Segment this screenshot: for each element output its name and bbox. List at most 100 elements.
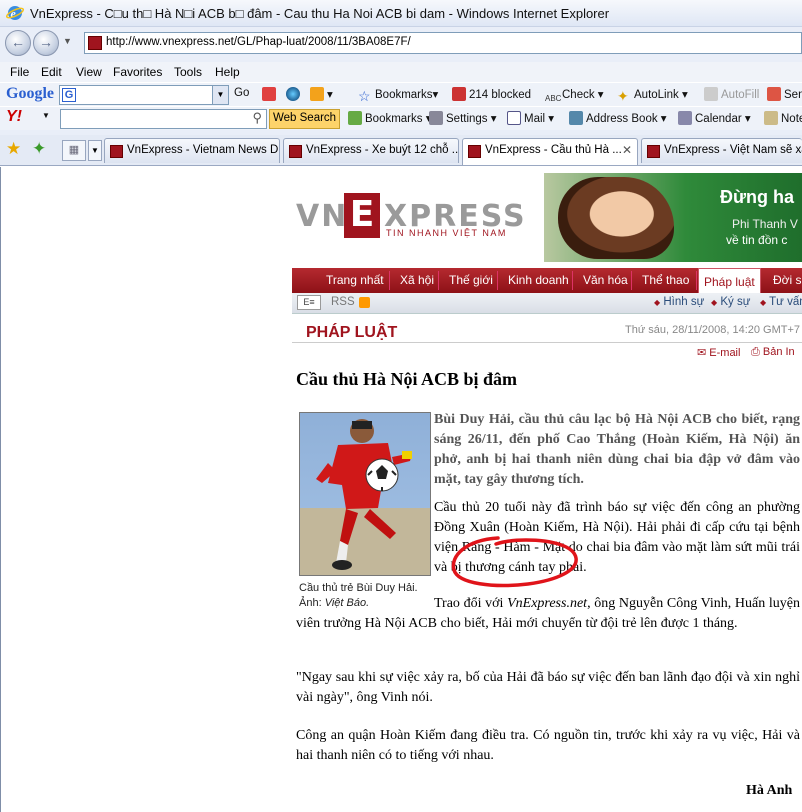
- subnav-tu-van[interactable]: Tư vấn: [769, 296, 802, 308]
- menu-help[interactable]: Help: [215, 65, 240, 79]
- nav-doi-song[interactable]: Đời số: [773, 273, 802, 287]
- logo-vn-text: VN: [296, 199, 349, 234]
- search-icon[interactable]: ⚲: [252, 110, 262, 126]
- svg-text:e: e: [11, 7, 17, 21]
- nav-active-tab[interactable]: Pháp luật: [698, 268, 761, 295]
- menu-edit[interactable]: Edit: [41, 65, 62, 79]
- google-g-icon: G: [62, 88, 76, 102]
- favorites-star-icon[interactable]: ★: [6, 139, 21, 159]
- google-logo: Google: [6, 85, 54, 102]
- web-search-button[interactable]: Web Search: [269, 109, 341, 129]
- vnexpress-favicon-icon: [289, 145, 302, 158]
- nav-the-gioi[interactable]: Thế giới: [449, 273, 493, 287]
- google-search-input[interactable]: G ▼: [59, 85, 229, 105]
- bullet-icon: ◆: [760, 298, 767, 307]
- yahoo-mail-button[interactable]: Mail ▾: [507, 111, 554, 125]
- bullet-icon: ◆: [654, 298, 661, 307]
- article-author: Hà Anh: [746, 783, 793, 798]
- yahoo-bookmarks-button[interactable]: Bookmarks ▾: [348, 111, 432, 125]
- menu-view[interactable]: View: [76, 65, 102, 79]
- google-bookmarks-button[interactable]: ☆ Bookmarks▾: [358, 87, 438, 103]
- football-player-illustration: [300, 419, 430, 575]
- calendar-icon: [678, 111, 692, 125]
- address-bar[interactable]: http://www.vnexpress.net/GL/Phap-luat/20…: [84, 32, 802, 54]
- quick-tabs-icon[interactable]: ▦: [62, 140, 86, 161]
- browser-chrome: e VnExpress - C□u th□ Hà N□i ACB b□ đâm …: [0, 0, 802, 166]
- star-outline-icon: ☆: [358, 88, 371, 104]
- google-toolbar: Google G ▼ Go ▾ ☆ Bookmarks▾ 214 blocked …: [0, 82, 802, 106]
- section-title: PHÁP LUẬT: [306, 324, 398, 341]
- toolbar-puzzle-icon[interactable]: ▾: [310, 87, 333, 101]
- close-tab-icon[interactable]: ✕: [622, 143, 632, 157]
- chevron-down-icon[interactable]: ▼: [212, 86, 228, 104]
- yahoo-search-input[interactable]: ⚲: [60, 109, 267, 129]
- yahoo-logo[interactable]: Y!: [6, 108, 22, 126]
- email-link[interactable]: ✉ E-mail: [697, 346, 740, 359]
- nav-phap-luat[interactable]: Pháp luật: [704, 275, 755, 289]
- forward-button[interactable]: →: [33, 30, 59, 56]
- popup-blocked-counter[interactable]: 214 blocked: [452, 87, 531, 101]
- rss-link[interactable]: RSS: [331, 296, 355, 308]
- article-paragraph-3: "Ngay sau khi sự việc xảy ra, bố của Hải…: [296, 670, 800, 705]
- tab-2[interactable]: VnExpress - Xe buýt 12 chỗ ...: [283, 138, 459, 163]
- nav-kinh-doanh[interactable]: Kinh doanh: [508, 273, 569, 287]
- nav-the-thao[interactable]: Thể thao: [642, 273, 689, 287]
- notepad-icon: [764, 111, 778, 125]
- nav-trang-nhat[interactable]: Trang nhất: [326, 273, 384, 287]
- source-vnexpress: VnExpress.net: [507, 596, 588, 611]
- yahoo-settings-button[interactable]: Settings ▾: [429, 111, 497, 125]
- menu-favorites[interactable]: Favorites: [113, 65, 162, 79]
- title-bar: e VnExpress - C□u th□ Hà N□i ACB b□ đâm …: [0, 0, 802, 27]
- calendar-button[interactable]: Calendar ▾: [678, 111, 751, 125]
- chevron-down-icon[interactable]: ▼: [42, 111, 50, 120]
- tab-3-active[interactable]: VnExpress - Cầu thủ Hà ... ✕: [462, 138, 638, 165]
- bookmarks-icon: [348, 111, 362, 125]
- print-link[interactable]: ⎙ Bản In: [751, 346, 795, 359]
- nav-van-hoa[interactable]: Văn hóa: [583, 273, 628, 287]
- address-row: ← → ▼ http://www.vnexpress.net/GL/Phap-l…: [0, 27, 802, 61]
- address-url[interactable]: http://www.vnexpress.net/GL/Phap-luat/20…: [106, 36, 411, 48]
- vnexpress-logo[interactable]: VN E XPRESS TIN NHANH VIỆT NAM: [296, 193, 526, 242]
- red-circle-annotation: [451, 536, 578, 588]
- toolbar-pagerank-icon[interactable]: [262, 87, 279, 101]
- menu-file[interactable]: File: [10, 65, 29, 79]
- tab-4[interactable]: VnExpress - Việt Nam sẽ xây: [641, 138, 802, 163]
- banner-line-3: về tin đồn c: [726, 233, 788, 247]
- autofill-button[interactable]: AutoFill: [704, 87, 759, 101]
- article-photo: [299, 412, 431, 576]
- autolink-button[interactable]: ✦ AutoLink ▾: [617, 87, 688, 103]
- logo-e-block: E: [344, 193, 380, 238]
- window-title: VnExpress - C□u th□ Hà N□i ACB b□ đâm - …: [30, 6, 610, 21]
- article-lead: Bùi Duy Hải, cầu thủ câu lạc bộ Hà Nội A…: [434, 412, 800, 487]
- spell-check-button[interactable]: ABCCheck ▾: [545, 87, 604, 108]
- article-date: Thứ sáu, 28/11/2008, 14:20 GMT+7: [625, 324, 801, 336]
- notepad-button[interactable]: Note: [764, 111, 802, 125]
- send-button[interactable]: Sen: [767, 87, 802, 101]
- address-book-icon: [569, 111, 583, 125]
- logo-tagline: TIN NHANH VIỆT NAM: [386, 228, 507, 238]
- back-button[interactable]: ←: [5, 30, 31, 56]
- section-menu-icon[interactable]: E≡: [297, 295, 321, 310]
- internet-explorer-icon: e: [6, 6, 24, 21]
- autolink-icon: ✦: [617, 88, 629, 104]
- nav-xa-hoi[interactable]: Xã hội: [400, 273, 434, 287]
- tab-1[interactable]: VnExpress - Vietnam News D...: [104, 138, 280, 163]
- google-go-button[interactable]: Go: [234, 87, 249, 99]
- send-icon: [767, 87, 781, 101]
- print-icon: ⎙: [751, 346, 760, 358]
- history-dropdown-icon[interactable]: ▼: [63, 36, 72, 46]
- advertisement-banner[interactable]: Đừng ha Phi Thanh V về tin đồn c: [544, 173, 802, 262]
- toolbar-globe-icon[interactable]: [286, 87, 303, 101]
- article-paragraph-4: Công an quận Hoàn Kiếm đang điều tra. Có…: [296, 728, 800, 763]
- section-divider: [292, 342, 802, 343]
- menu-tools[interactable]: Tools: [174, 65, 202, 79]
- address-book-button[interactable]: Address Book ▾: [569, 111, 667, 125]
- subnav-ky-su[interactable]: Ký sự: [720, 296, 750, 308]
- subnav-hinh-su[interactable]: Hình sự: [663, 296, 704, 308]
- autofill-icon: [704, 87, 718, 101]
- email-icon: ✉: [697, 347, 707, 359]
- add-favorites-icon[interactable]: ✦: [32, 139, 46, 159]
- rss-feed-icon[interactable]: [359, 297, 370, 308]
- banner-line-2: Phi Thanh V: [732, 217, 798, 231]
- tab-list-dropdown-icon[interactable]: ▼: [88, 140, 102, 161]
